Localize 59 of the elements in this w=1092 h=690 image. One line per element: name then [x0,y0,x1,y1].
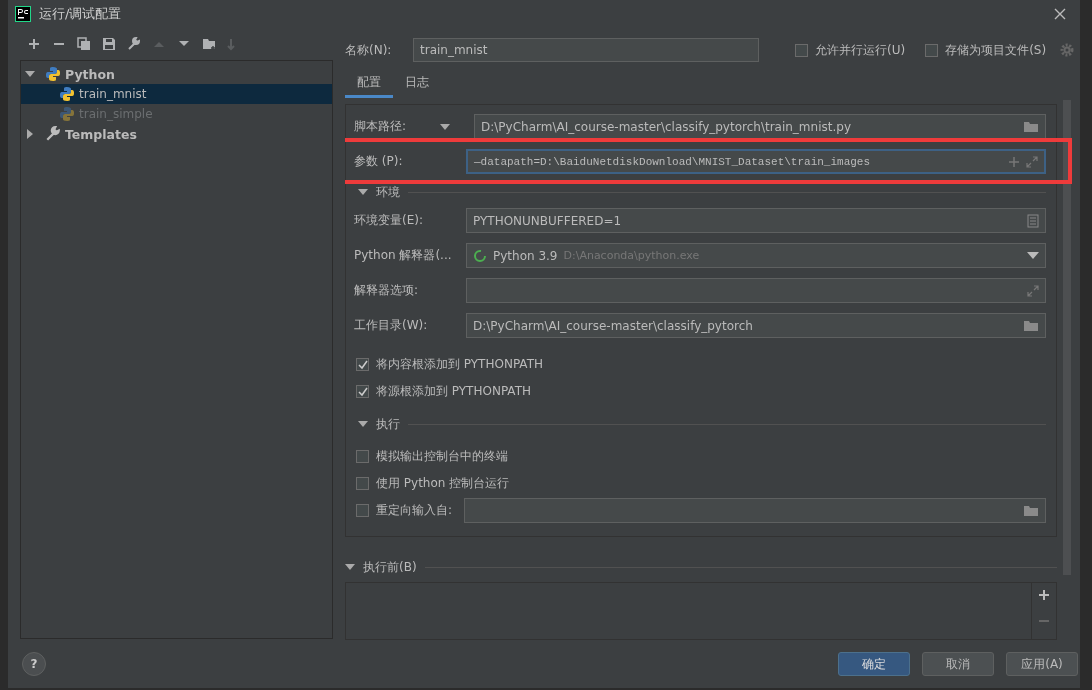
field-label: 解释器选项: [354,282,420,300]
name-label: 名称(N): [345,41,393,59]
dialog-button[interactable]: 取消 [922,652,994,676]
folder-icon[interactable] [1023,319,1039,332]
new-folder-icon[interactable] [202,37,216,51]
app-logo-icon [15,6,31,22]
field-label: 工作目录(W): [354,317,429,335]
checkbox[interactable]: 模拟输出控制台中的终端 [356,448,508,466]
input-field[interactable] [464,498,1046,524]
section-title: 执行前(B) [363,558,417,576]
tree-item[interactable]: Python [21,64,332,84]
tree-item[interactable]: train_mnist [21,84,332,104]
input-field[interactable]: PYTHONUNBUFFERED=1 [466,208,1046,234]
checkbox[interactable]: 存储为项目文件(S) [925,41,1047,59]
collapse-arrow-icon[interactable] [358,420,368,429]
tree-item[interactable]: Templates [21,124,332,144]
field-label: 环境变量(E): [354,212,424,230]
field-label: 参数 (P): [354,153,404,171]
dropdown-arrow-icon[interactable] [440,123,450,130]
add-icon[interactable] [27,37,41,51]
collapse-arrow-icon[interactable] [345,563,355,572]
save-icon[interactable] [102,37,116,51]
field-label: Python 解释器(... [354,247,453,265]
field-label: 脚本路径: [354,118,408,136]
python-icon [59,106,75,122]
checkbox[interactable]: 重定向输入自: [356,502,453,520]
loading-icon [473,248,487,263]
collapse-arrow-icon[interactable] [25,69,35,79]
section-title: 执行 [376,415,400,433]
scrollbar-thumb[interactable] [1063,100,1071,575]
folder-icon[interactable] [1023,120,1039,133]
window-title: 运行/调试配置 [39,5,122,23]
input-field[interactable]: D:\PyCharm\AI_course-master\classify_pytorch\train_mnist.py [474,114,1046,140]
add-icon[interactable] [1038,588,1050,601]
python-icon [59,86,75,102]
checkbox[interactable]: 将源根添加到 PYTHONPATH [356,383,531,401]
folder-icon[interactable] [1023,504,1039,517]
dialog-button[interactable]: 确定 [838,652,910,676]
name-field[interactable]: train_mnist [413,38,759,62]
collapse-arrow-icon[interactable] [358,188,368,197]
section-title: 环境 [376,183,400,201]
checkbox[interactable]: 允许并行运行(U) [795,41,906,59]
checkbox[interactable]: 使用 Python 控制台运行 [356,475,510,493]
wrench-icon [45,126,61,142]
python-icon [45,66,61,82]
checkbox[interactable]: 将内容根添加到 PYTHONPATH [356,356,543,374]
wrench-icon[interactable] [127,37,141,51]
input-field[interactable] [466,278,1046,304]
tab[interactable]: 日志 [393,70,441,99]
checkmark-icon [357,386,368,397]
tab[interactable]: 配置 [345,70,393,99]
input-field[interactable]: D:\PyCharm\AI_course-master\classify_pytorch [466,313,1046,339]
copy-icon[interactable] [77,37,91,51]
checkmark-icon [357,359,368,370]
dialog-button[interactable]: 应用(A) [1006,652,1078,676]
close-icon[interactable] [1054,8,1066,20]
dropdown-arrow-icon[interactable] [1027,252,1039,260]
expand-arrow-icon[interactable] [25,129,35,139]
help-button[interactable]: ? [22,652,46,676]
